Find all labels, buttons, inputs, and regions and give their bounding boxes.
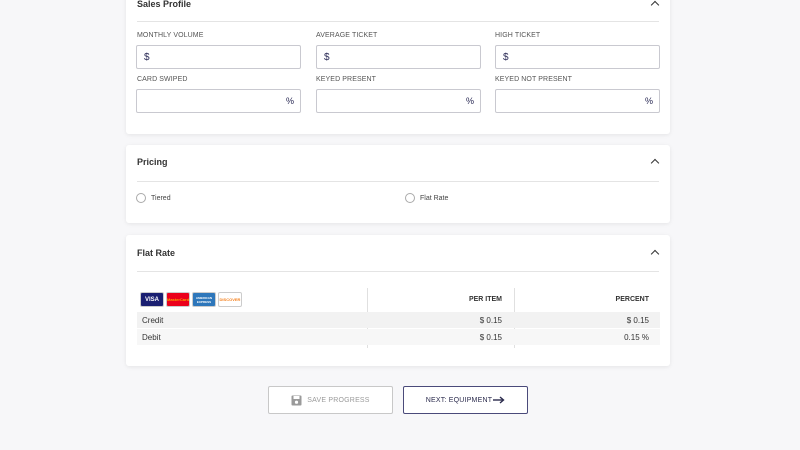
tiered-radio[interactable] xyxy=(136,193,146,203)
keyed-not-present-field[interactable]: % xyxy=(495,89,660,113)
row-percent: $ 0.15 xyxy=(626,316,649,325)
amex-logo: AMERICAN EXPRESS xyxy=(192,292,216,307)
per-item-header: PER ITEM xyxy=(468,296,502,303)
save-progress-button[interactable]: SAVE PROGRESS xyxy=(268,386,393,414)
flat-rate-label[interactable]: Flat Rate xyxy=(420,195,448,202)
row-name: Credit xyxy=(142,316,164,325)
high-ticket-input[interactable] xyxy=(514,50,641,65)
mastercard-logo: MasterCard xyxy=(166,292,190,307)
percent-suffix: % xyxy=(465,96,474,106)
average-ticket-input[interactable] xyxy=(335,50,462,65)
row-per-item: $ 0.15 xyxy=(479,333,502,342)
visa-logo: VISA xyxy=(140,292,164,307)
table-row: Credit $ 0.15 $ 0.15 xyxy=(137,312,660,328)
percent-header: PERCENT xyxy=(615,296,649,303)
sales-profile-divider xyxy=(137,21,659,22)
tiered-label[interactable]: Tiered xyxy=(151,195,171,202)
flat-rate-radio[interactable] xyxy=(405,193,415,203)
flat-rate-divider xyxy=(137,271,659,272)
sales-profile-title: Sales Profile xyxy=(137,0,192,9)
card-swiped-label: CARD SWIPED xyxy=(137,76,188,83)
keyed-not-present-input[interactable] xyxy=(502,94,641,109)
pricing-card: Pricing Tiered Flat Rate xyxy=(126,145,670,223)
chevron-up-icon[interactable] xyxy=(650,158,660,168)
row-percent: 0.15 % xyxy=(624,333,649,342)
sales-profile-card: Sales Profile MONTHLY VOLUME $ AVERAGE T… xyxy=(126,0,670,134)
keyed-present-input[interactable] xyxy=(323,94,462,109)
high-ticket-field[interactable]: $ xyxy=(495,45,660,69)
card-swiped-field[interactable]: % xyxy=(136,89,301,113)
row-name: Debit xyxy=(142,333,161,342)
keyed-present-label: KEYED PRESENT xyxy=(316,76,377,83)
arrow-right-icon xyxy=(493,396,505,404)
monthly-volume-input[interactable] xyxy=(155,50,282,65)
card-logos: VISA MasterCard AMERICAN EXPRESS DISCOVE… xyxy=(140,292,250,307)
monthly-volume-label: MONTHLY VOLUME xyxy=(137,32,204,39)
percent-suffix: % xyxy=(644,96,653,106)
pricing-divider xyxy=(137,181,659,182)
next-equipment-button[interactable]: NEXT: EQUIPMENT xyxy=(403,386,528,414)
table-row: Debit $ 0.15 0.15 % xyxy=(137,329,660,345)
average-ticket-field[interactable]: $ xyxy=(316,45,481,69)
dollar-prefix: $ xyxy=(503,52,509,63)
chevron-up-icon[interactable] xyxy=(650,249,660,259)
flat-rate-title: Flat Rate xyxy=(137,248,176,258)
monthly-volume-field[interactable]: $ xyxy=(136,45,301,69)
floppy-disk-icon xyxy=(291,395,302,405)
average-ticket-label: AVERAGE TICKET xyxy=(316,32,378,39)
chevron-up-icon[interactable] xyxy=(650,0,660,10)
discover-logo: DISCOVER xyxy=(218,292,242,307)
pricing-title: Pricing xyxy=(137,157,168,167)
keyed-present-field[interactable]: % xyxy=(316,89,481,113)
flat-rate-card: Flat Rate VISA MasterCard AMERICAN EXPRE… xyxy=(126,235,670,366)
percent-suffix: % xyxy=(285,96,294,106)
next-equipment-label: NEXT: EQUIPMENT xyxy=(425,396,493,404)
keyed-not-present-label: KEYED NOT PRESENT xyxy=(495,76,573,83)
dollar-prefix: $ xyxy=(144,52,150,63)
card-swiped-input[interactable] xyxy=(143,94,282,109)
dollar-prefix: $ xyxy=(324,52,330,63)
row-per-item: $ 0.15 xyxy=(479,316,502,325)
save-progress-label: SAVE PROGRESS xyxy=(307,396,370,404)
high-ticket-label: HIGH TICKET xyxy=(495,32,541,39)
